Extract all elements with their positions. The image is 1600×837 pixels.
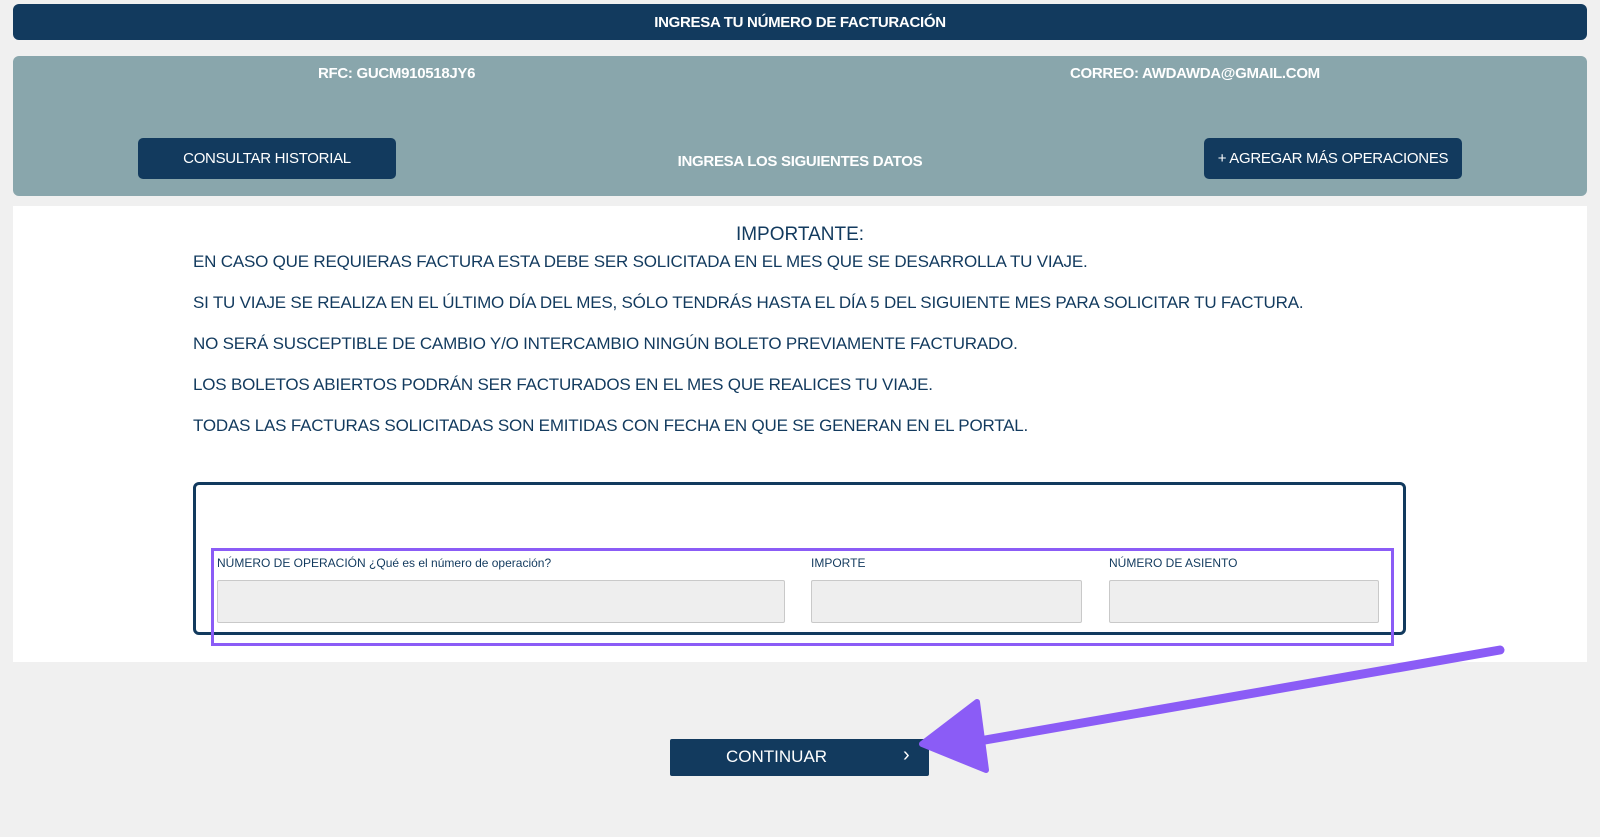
seat-number-input[interactable] [1109,580,1379,623]
operation-label-text: NÚMERO DE OPERACIÓN [217,556,366,570]
arrow-shaft [957,645,1505,749]
chevron-right-icon: › [903,744,910,766]
account-info-panel: RFC: GUCM910518JY6 CORREO: AWDAWDA@GMAIL… [13,56,1587,196]
important-notes: EN CASO QUE REQUIERAS FACTURA ESTA DEBE … [193,252,1304,457]
email-text: CORREO: AWDAWDA@GMAIL.COM [1070,65,1320,82]
operation-field: NÚMERO DE OPERACIÓN ¿Qué es el número de… [217,556,785,623]
operation-label: NÚMERO DE OPERACIÓN ¿Qué es el número de… [217,556,785,570]
billing-form: NÚMERO DE OPERACIÓN ¿Qué es el número de… [193,482,1406,635]
amount-input[interactable] [811,580,1082,623]
arrow-head [919,699,989,773]
continue-button-label: CONTINUAR [726,747,828,766]
note-item: EN CASO QUE REQUIERAS FACTURA ESTA DEBE … [193,252,1088,271]
seat-field: NÚMERO DE ASIENTO [1109,556,1379,623]
amount-field: IMPORTE [811,556,1082,623]
continue-button[interactable]: CONTINUAR › [670,739,929,776]
note-item: LOS BOLETOS ABIERTOS PODRÁN SER FACTURAD… [193,375,933,394]
important-title: IMPORTANTE: [735,224,865,245]
seat-label: NÚMERO DE ASIENTO [1109,556,1238,570]
add-operations-button[interactable]: + AGREGAR MÁS OPERACIONES [1204,138,1462,179]
operation-number-input[interactable] [217,580,785,623]
note-item: NO SERÁ SUSCEPTIBLE DE CAMBIO Y/O INTERC… [193,334,1018,353]
main-card: IMPORTANTE: EN CASO QUE REQUIERAS FACTUR… [13,206,1587,662]
operation-help-link[interactable]: ¿Qué es el número de operación? [369,556,551,570]
rfc-text: RFC: GUCM910518JY6 [318,65,476,82]
note-item: SI TU VIAJE SE REALIZA EN EL ÚLTIMO DÍA … [193,293,1304,312]
amount-label: IMPORTE [811,556,866,570]
note-item: TODAS LAS FACTURAS SOLICITADAS SON EMITI… [193,416,1029,435]
page-title: INGRESA TU NÚMERO DE FACTURACIÓN [654,13,946,31]
page-header: INGRESA TU NÚMERO DE FACTURACIÓN [13,4,1587,40]
